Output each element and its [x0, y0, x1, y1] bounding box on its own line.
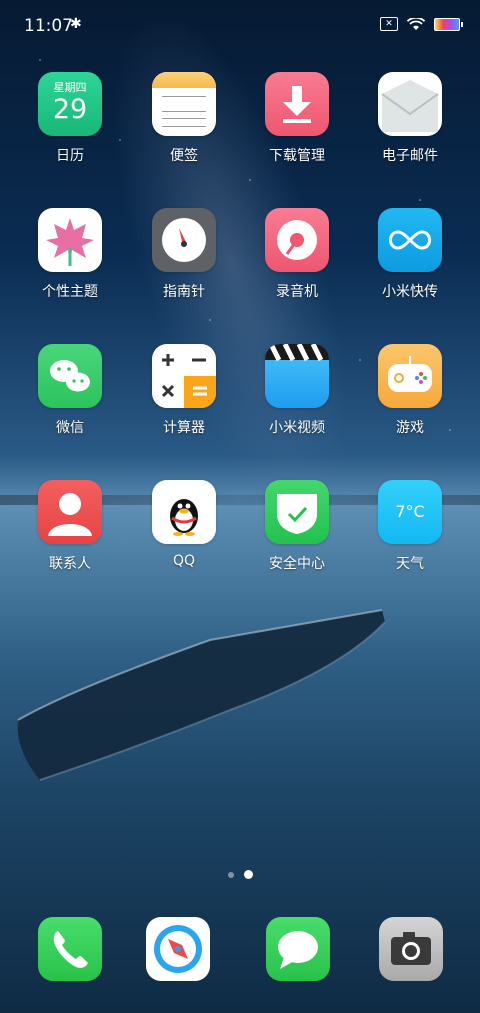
infinity-icon — [378, 208, 442, 272]
app-label: 小米视频 — [269, 420, 325, 436]
weather-temp: 7°C — [395, 502, 425, 521]
dock-phone[interactable] — [38, 917, 102, 981]
clapperboard-icon — [265, 344, 329, 408]
dock-messages[interactable] — [266, 917, 330, 981]
app-label: 日历 — [56, 148, 84, 164]
record-icon — [265, 208, 329, 272]
shield-icon — [265, 480, 329, 544]
app-label: 微信 — [56, 420, 84, 436]
gamepad-icon — [378, 344, 442, 408]
app-compass[interactable]: 指南针 — [134, 208, 234, 301]
app-security-center[interactable]: 安全中心 — [247, 480, 347, 573]
maple-leaf-icon — [38, 208, 102, 272]
wechat-icon — [38, 344, 102, 408]
app-label: 小米快传 — [382, 284, 438, 300]
app-games[interactable]: 游戏 — [360, 344, 460, 437]
app-label: 天气 — [396, 556, 424, 572]
app-mi-video[interactable]: 小米视频 — [247, 344, 347, 437]
wifi-icon — [407, 17, 425, 30]
app-notes[interactable]: 便签 — [134, 72, 234, 165]
app-mi-drop[interactable]: 小米快传 — [360, 208, 460, 301]
app-label: 个性主题 — [42, 284, 98, 300]
person-icon — [38, 480, 102, 544]
camera-icon — [391, 932, 431, 965]
app-calendar[interactable]: 星期四 29 日历 — [20, 72, 120, 165]
app-label: 指南针 — [163, 284, 205, 300]
page-dot-2[interactable] — [243, 870, 253, 879]
browser-compass-icon — [154, 925, 202, 973]
calculator-icon — [152, 344, 216, 408]
calendar-day: 29 — [52, 94, 88, 125]
app-label: 游戏 — [396, 420, 424, 436]
envelope-icon — [378, 72, 442, 136]
no-sim-icon: ✕ — [380, 17, 398, 31]
status-time: 11:07 — [24, 16, 73, 36]
app-label: 安全中心 — [269, 556, 325, 572]
app-recorder[interactable]: 录音机 — [247, 208, 347, 301]
app-calculator[interactable]: 计算器 — [134, 344, 234, 437]
dock-camera[interactable] — [379, 917, 443, 981]
wallpaper-boat — [17, 609, 386, 781]
app-themes[interactable]: 个性主题 — [20, 208, 120, 301]
page-indicator — [0, 870, 480, 879]
calendar-icon: 星期四 29 — [38, 72, 102, 136]
app-download-manager[interactable]: 下载管理 — [247, 72, 347, 165]
app-wechat[interactable]: 微信 — [20, 344, 120, 437]
phone-icon — [53, 931, 88, 968]
app-weather[interactable]: 7°C 天气 — [360, 480, 460, 573]
weather-icon: 7°C — [378, 480, 442, 544]
app-label: 录音机 — [276, 284, 318, 300]
dock-browser[interactable] — [146, 917, 210, 981]
app-label: QQ — [172, 553, 196, 569]
battery-charging-icon — [434, 17, 463, 31]
status-bar: 11:07 ✱ ✕ — [0, 0, 480, 52]
page-dot-1[interactable] — [227, 871, 234, 878]
download-icon — [265, 72, 329, 136]
app-qq[interactable]: QQ — [134, 480, 234, 569]
calendar-weekday: 星期四 — [53, 81, 87, 94]
app-contacts[interactable]: 联系人 — [20, 480, 120, 573]
app-email[interactable]: 电子邮件 — [360, 72, 460, 165]
penguin-icon — [152, 480, 216, 544]
message-bubble-icon — [278, 931, 318, 969]
app-label: 下载管理 — [269, 148, 325, 164]
app-label: 便签 — [170, 148, 198, 164]
compass-icon — [152, 208, 216, 272]
app-label: 联系人 — [49, 556, 91, 572]
bluetooth-icon: ✱ — [70, 16, 82, 32]
notes-icon — [152, 72, 216, 136]
app-label: 电子邮件 — [382, 148, 438, 164]
app-label: 计算器 — [163, 420, 205, 436]
